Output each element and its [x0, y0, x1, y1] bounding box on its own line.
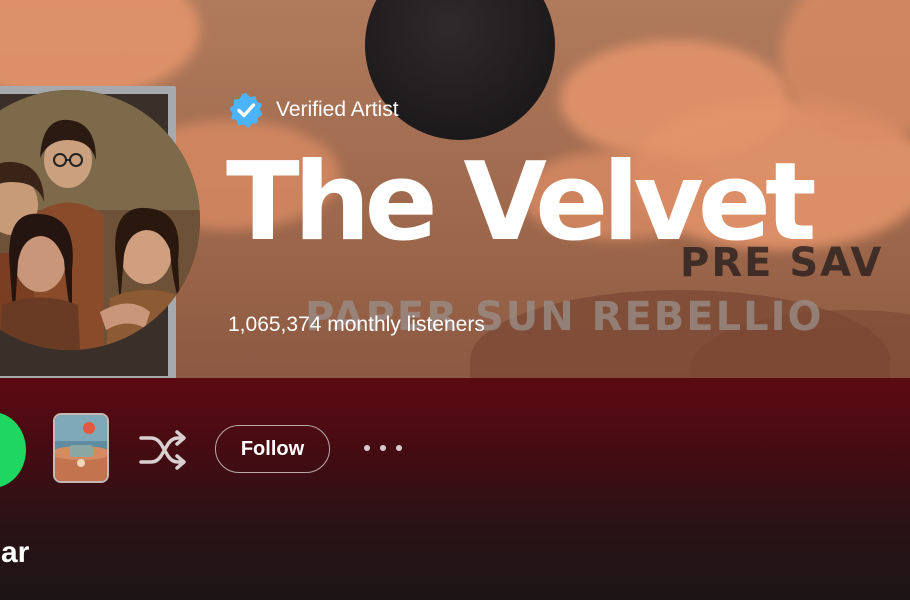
more-dot	[364, 445, 370, 451]
preview-artwork	[55, 415, 107, 481]
follow-button[interactable]: Follow	[215, 425, 330, 473]
artist-content: Follow pular	[0, 378, 910, 600]
more-options-icon[interactable]	[360, 430, 406, 466]
artist-name: The Velvet	[226, 140, 817, 265]
play-button[interactable]	[0, 412, 26, 488]
verified-artist-text: Verified Artist	[276, 98, 399, 121]
more-dot	[380, 445, 386, 451]
monthly-listeners: 1,065,374 monthly listeners	[228, 313, 485, 336]
cloud	[0, 0, 200, 100]
preview-thumbnail[interactable]	[53, 413, 109, 483]
verified-artist-label: Verified Artist	[228, 92, 399, 128]
shuffle-icon[interactable]	[138, 428, 188, 472]
more-dot	[396, 445, 402, 451]
popular-section-title: pular	[0, 536, 30, 569]
artist-hero: PRE SAV PAPER SUN REBELLIO Verified Arti…	[0, 0, 910, 378]
verified-badge-icon	[229, 93, 263, 128]
